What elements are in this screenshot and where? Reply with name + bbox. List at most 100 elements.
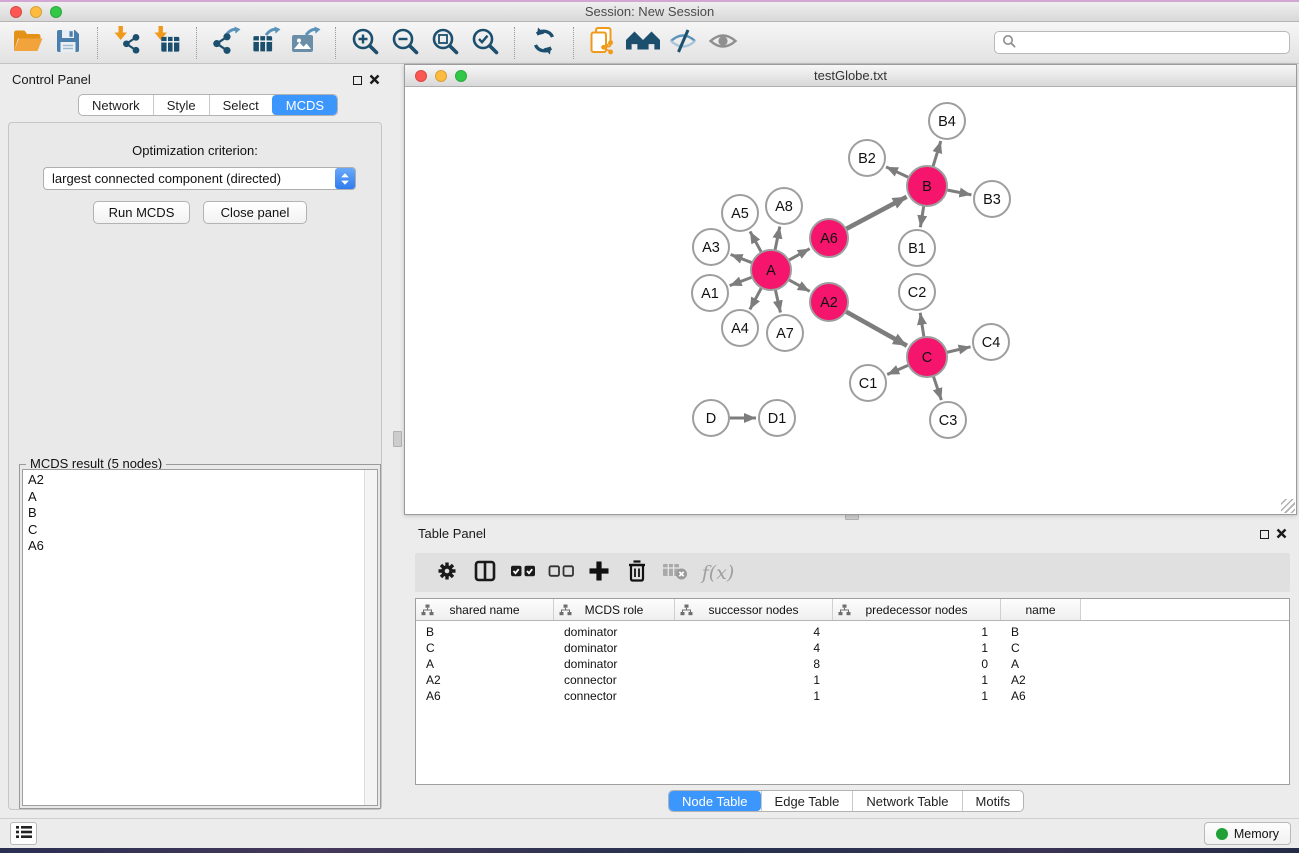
vertical-splitter-handle[interactable] — [393, 431, 402, 447]
graph-node-C2[interactable]: C2 — [899, 274, 935, 310]
zoom-traffic-light[interactable] — [50, 6, 62, 18]
edge-A-A8[interactable] — [775, 227, 780, 253]
mcds-list-scrollbar[interactable] — [364, 470, 377, 805]
column-header-shared-name[interactable]: shared name — [416, 599, 554, 620]
graph-node-B[interactable]: B — [907, 166, 947, 206]
search-input[interactable] — [1021, 36, 1282, 50]
add-row-button[interactable] — [580, 557, 618, 589]
save-button[interactable] — [48, 25, 88, 61]
edge-A-A3[interactable] — [731, 255, 755, 264]
graph-node-B3[interactable]: B3 — [974, 181, 1010, 217]
table-row[interactable]: Cdominator41C — [416, 640, 1289, 656]
edge-A-A4[interactable] — [750, 286, 763, 310]
edge-B-B1[interactable] — [920, 204, 924, 227]
import-network-button[interactable] — [107, 25, 147, 61]
network-minimize-traffic-light[interactable] — [435, 70, 447, 82]
table-row[interactable]: Bdominator41B — [416, 624, 1289, 640]
close-panel-button[interactable]: Close panel — [203, 201, 307, 224]
deselect-all-button[interactable] — [542, 557, 580, 589]
graph-node-C3[interactable]: C3 — [930, 402, 966, 438]
minimize-traffic-light[interactable] — [30, 6, 42, 18]
column-header-mcds-role[interactable]: MCDS role — [554, 599, 675, 620]
graph-node-C1[interactable]: C1 — [850, 365, 886, 401]
edge-A-A2[interactable] — [787, 279, 810, 292]
mcds-result-item[interactable]: B — [23, 505, 377, 522]
mcds-result-list[interactable]: A2ABCA6 — [22, 469, 378, 806]
tab-edge-table[interactable]: Edge Table — [761, 791, 853, 811]
close-panel-icon[interactable] — [369, 73, 380, 88]
edge-B-B4[interactable] — [932, 141, 941, 169]
zoom-selected-button[interactable] — [465, 25, 505, 61]
table-row[interactable]: A2connector11A2 — [416, 672, 1289, 688]
show-columns-button[interactable] — [466, 557, 504, 589]
mcds-result-item[interactable]: C — [23, 522, 377, 539]
edge-C-C2[interactable] — [920, 313, 924, 339]
edge-A-A1[interactable] — [730, 276, 755, 285]
graph-node-A3[interactable]: A3 — [693, 229, 729, 265]
edge-B-B2[interactable] — [886, 167, 911, 179]
export-image-button[interactable] — [286, 25, 326, 61]
table-row[interactable]: A6connector11A6 — [416, 688, 1289, 704]
node-table[interactable]: shared nameMCDS rolesuccessor nodesprede… — [415, 598, 1290, 785]
import-table-button[interactable] — [147, 25, 187, 61]
tab-mcds[interactable]: MCDS — [272, 95, 337, 115]
edge-C-C1[interactable] — [887, 364, 910, 374]
show-graphics-details-button[interactable] — [703, 25, 743, 61]
graph-node-A5[interactable]: A5 — [722, 195, 758, 231]
graph-node-A2[interactable]: A2 — [810, 283, 848, 321]
export-network-button[interactable] — [206, 25, 246, 61]
settings-button[interactable] — [428, 557, 466, 589]
export-table-button[interactable] — [246, 25, 286, 61]
graph-node-A4[interactable]: A4 — [722, 310, 758, 346]
graph-node-A1[interactable]: A1 — [692, 275, 728, 311]
edge-C-C3[interactable] — [933, 374, 942, 400]
run-mcds-button[interactable]: Run MCDS — [93, 201, 190, 224]
network-close-traffic-light[interactable] — [415, 70, 427, 82]
table-row[interactable]: Adominator80A — [416, 656, 1289, 672]
edge-A-A5[interactable] — [750, 231, 762, 254]
column-header-predecessor-nodes[interactable]: predecessor nodes — [833, 599, 1001, 620]
mcds-result-item[interactable]: A2 — [23, 472, 377, 489]
criterion-dropdown[interactable]: largest connected component (directed) — [43, 167, 356, 190]
zoom-out-button[interactable] — [385, 25, 425, 61]
task-history-button[interactable] — [10, 822, 37, 845]
zoom-in-button[interactable] — [345, 25, 385, 61]
edge-A-A7[interactable] — [775, 288, 781, 313]
tab-style[interactable]: Style — [153, 95, 209, 115]
graph-node-A8[interactable]: A8 — [766, 188, 802, 224]
hide-graphics-details-button[interactable] — [663, 25, 703, 61]
mcds-result-item[interactable]: A6 — [23, 538, 377, 555]
tab-network[interactable]: Network — [79, 95, 153, 115]
mcds-result-item[interactable]: A — [23, 489, 377, 506]
network-graph[interactable]: B4B2BB3A8A5A6A3B1AC2A1A2A4A7C4CC1DD1C3 — [405, 88, 1296, 514]
tab-node-table[interactable]: Node Table — [669, 791, 761, 811]
refresh-button[interactable] — [524, 25, 564, 61]
graph-node-D[interactable]: D — [693, 400, 729, 436]
close-traffic-light[interactable] — [10, 6, 22, 18]
graph-node-A[interactable]: A — [751, 250, 791, 290]
zoom-fit-button[interactable] — [425, 25, 465, 61]
tab-network-table[interactable]: Network Table — [852, 791, 961, 811]
table-float-panel-icon[interactable] — [1260, 530, 1269, 539]
graph-node-D1[interactable]: D1 — [759, 400, 795, 436]
edge-B-B3[interactable] — [945, 190, 972, 195]
graph-node-B4[interactable]: B4 — [929, 103, 965, 139]
graph-node-C4[interactable]: C4 — [973, 324, 1009, 360]
memory-button[interactable]: Memory — [1204, 822, 1291, 845]
edge-A2-C[interactable] — [844, 310, 907, 345]
column-header-name[interactable]: name — [1001, 599, 1081, 620]
open-button[interactable] — [8, 25, 48, 61]
graph-node-A6[interactable]: A6 — [810, 219, 848, 257]
network-zoom-traffic-light[interactable] — [455, 70, 467, 82]
table-close-panel-icon[interactable] — [1276, 527, 1287, 542]
tab-motifs[interactable]: Motifs — [962, 791, 1024, 811]
edge-A6-B[interactable] — [844, 197, 907, 230]
graph-node-A7[interactable]: A7 — [767, 315, 803, 351]
clone-network-button[interactable] — [583, 25, 623, 61]
network-window-titlebar[interactable]: testGlobe.txt — [405, 65, 1296, 87]
tab-select[interactable]: Select — [209, 95, 272, 115]
graph-node-B1[interactable]: B1 — [899, 230, 935, 266]
network-canvas[interactable]: B4B2BB3A8A5A6A3B1AC2A1A2A4A7C4CC1DD1C3 — [405, 88, 1296, 514]
select-all-button[interactable] — [504, 557, 542, 589]
float-panel-icon[interactable] — [353, 76, 362, 85]
